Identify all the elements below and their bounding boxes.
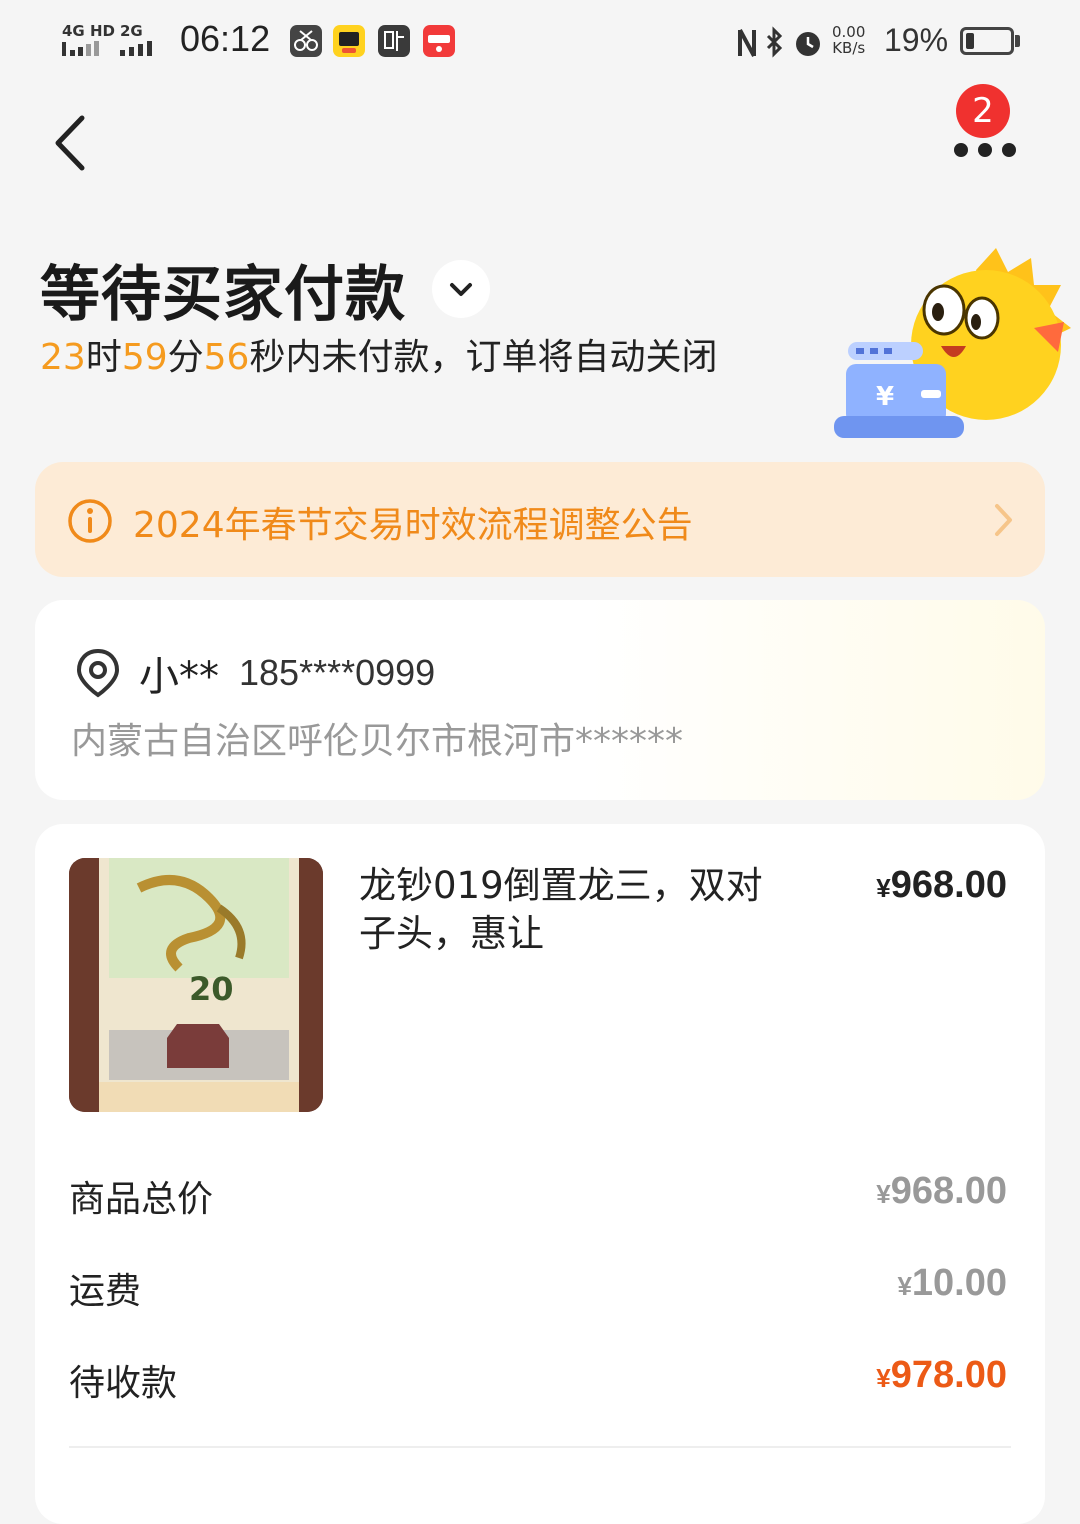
- status-icons: [738, 26, 820, 58]
- tie-app-icon: [378, 25, 410, 57]
- network-type-label-2: 2G: [120, 22, 143, 40]
- signal-bars-icon-2: [120, 41, 152, 56]
- countdown-seconds: 56: [203, 337, 250, 378]
- shipping-label: 运费: [69, 1271, 142, 1312]
- speed-unit: KB/s: [832, 39, 866, 57]
- shipping-address-card[interactable]: 小** 185****0999 内蒙古自治区呼伦贝尔市根河市******: [35, 600, 1045, 800]
- network-type-label: 4G HD: [62, 22, 115, 40]
- xiaohongshu-app-icon: [423, 25, 455, 57]
- battery-percentage: 19%: [884, 22, 949, 58]
- more-dot: [1002, 143, 1016, 157]
- page-title: 等待买家付款: [40, 260, 406, 330]
- amount-due-amount: 978.00: [890, 1354, 1007, 1396]
- address-line: 内蒙古自治区呼伦贝尔市根河市******: [71, 721, 684, 762]
- product-price-value: 968.00: [890, 864, 1007, 906]
- signal-indicator: 4G HD 2G: [62, 22, 172, 58]
- payment-countdown: 23时59分56秒内未付款，订单将自动关闭: [40, 334, 800, 382]
- speed-value: 0.00: [832, 23, 866, 41]
- more-dot: [978, 143, 992, 157]
- nfc-icon: [738, 29, 756, 57]
- summary-row-amount-due: 待收款 ¥978.00: [69, 1354, 1007, 1414]
- currency-symbol: ¥: [876, 873, 891, 903]
- recipient-phone: 185****0999: [239, 652, 436, 693]
- hours-unit: 时: [85, 337, 122, 378]
- battery-tip: [1015, 35, 1020, 47]
- currency-symbol: ¥: [897, 1271, 912, 1301]
- recipient-name: 小**: [139, 654, 219, 700]
- product-price: ¥968.00: [876, 864, 1007, 907]
- product-image[interactable]: 20: [69, 858, 323, 1112]
- amount-due-label: 待收款: [69, 1363, 178, 1404]
- battery-icon: [960, 27, 1014, 55]
- amount-due-value: ¥978.00: [876, 1354, 1007, 1397]
- network-speed: 0.00 KB/s: [832, 24, 865, 56]
- summary-row-subtotal: 商品总价 ¥968.00: [69, 1170, 1007, 1230]
- subtotal-amount: 968.00: [890, 1170, 1007, 1212]
- xianyu-app-icon: [333, 25, 365, 57]
- order-details-card: 20 龙钞019倒置龙三，双对子头，惠让 ¥968.00 商品总价 ¥968.0…: [35, 824, 1045, 1524]
- minutes-unit: 分: [167, 337, 204, 378]
- announcement-banner[interactable]: 2024年春节交易时效流程调整公告: [35, 462, 1045, 577]
- shipping-value: ¥10.00: [897, 1262, 1007, 1305]
- subtotal-value: ¥968.00: [876, 1170, 1007, 1213]
- countdown-minutes: 59: [121, 337, 168, 378]
- status-expand-button[interactable]: [432, 260, 490, 318]
- countdown-hours: 23: [40, 337, 86, 378]
- signal-bars-icon: [62, 41, 99, 56]
- product-title[interactable]: 龙钞019倒置龙三，双对子头，惠让: [359, 862, 799, 958]
- chevron-down-icon: [450, 283, 472, 296]
- status-bar: 4G HD 2G 06:12 0.00 KB/s 19%: [0, 0, 1080, 84]
- clock: 06:12: [180, 18, 271, 59]
- fish-cashier-mascot-icon: ¥: [834, 248, 1071, 438]
- announcement-text: 2024年春节交易时效流程调整公告: [133, 505, 693, 546]
- chevron-right-icon: [995, 504, 1012, 536]
- chevron-left-icon: [55, 115, 85, 171]
- bluetooth-icon: [766, 26, 783, 58]
- banknote-photo: 20: [69, 858, 323, 1112]
- more-options-button[interactable]: [948, 138, 1020, 164]
- more-dots-icon: [954, 143, 968, 157]
- countdown-tail: 秒内未付款，订单将自动关闭: [249, 337, 718, 378]
- scissors-app-icon: [290, 25, 322, 57]
- subtotal-label: 商品总价: [69, 1179, 214, 1220]
- battery-level: [966, 33, 974, 49]
- currency-symbol: ¥: [876, 1363, 891, 1393]
- divider: [69, 1446, 1011, 1448]
- svg-text:¥: ¥: [876, 382, 894, 412]
- summary-row-shipping: 运费 ¥10.00: [69, 1262, 1007, 1322]
- currency-symbol: ¥: [876, 1179, 891, 1209]
- location-pin-icon: [76, 648, 120, 698]
- message-count-badge: 2: [956, 84, 1010, 138]
- info-icon: [68, 499, 112, 543]
- back-button[interactable]: [46, 108, 106, 178]
- shipping-amount: 10.00: [911, 1262, 1007, 1304]
- note-denomination: 20: [189, 970, 234, 1008]
